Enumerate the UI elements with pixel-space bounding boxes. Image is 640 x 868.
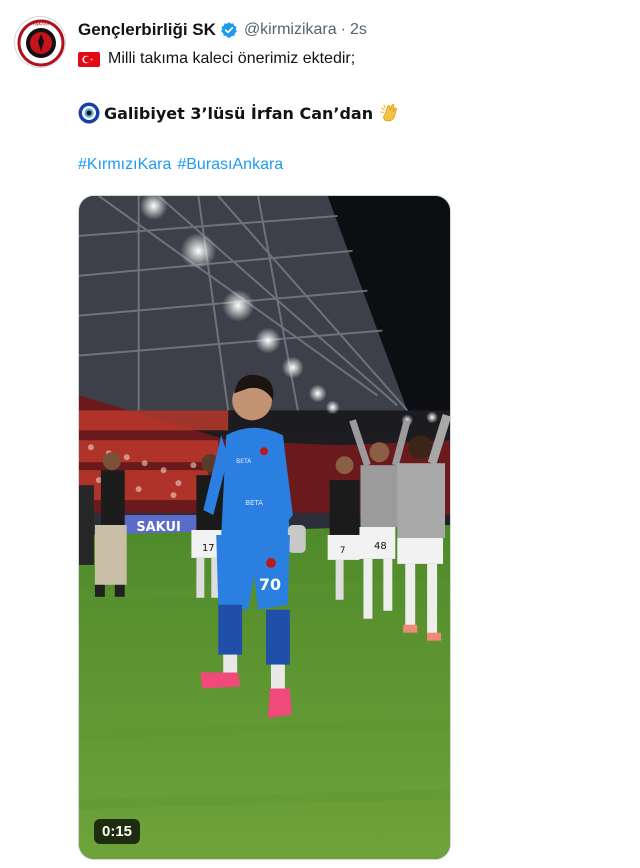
tweet-text-2: Galibiyet 3’lüsü İrfan Can’dan — [104, 103, 374, 123]
svg-text:17: 17 — [202, 543, 215, 554]
svg-text:ANKARA: ANKARA — [33, 22, 50, 27]
tweet-header: Gençlerbirliği SK @kirmizikara · 2s — [78, 20, 367, 40]
hashtag-link[interactable]: #KırmızıKara — [78, 156, 171, 174]
svg-text:BETA: BETA — [236, 458, 252, 465]
separator-dot: · — [340, 21, 346, 38]
tweet-hashtags: #KırmızıKara #BurasıAnkara — [78, 156, 283, 174]
svg-text:48: 48 — [374, 541, 387, 552]
video-duration-badge: 0:15 — [94, 819, 141, 844]
verified-badge-icon — [220, 21, 238, 39]
club-logo-icon: ANKARA — [16, 18, 65, 67]
clapping-hands-icon — [379, 102, 401, 124]
turkey-flag-icon — [78, 51, 100, 67]
author-name[interactable]: Gençlerbirliği SK — [78, 20, 216, 40]
svg-text:7: 7 — [340, 546, 346, 556]
jersey-number: 70 — [259, 575, 281, 594]
tweet[interactable]: ANKARA Gençlerbirliği SK @kirmizikara · … — [0, 0, 640, 868]
tweet-text-line-2: Galibiyet 3’lüsü İrfan Can’dan — [78, 102, 401, 124]
video-thumbnail[interactable]: SAKUI 17 7 48 70 BETA BETA 0:15 — [78, 195, 451, 860]
nazar-boncugu-icon — [78, 102, 100, 124]
hashtag-link[interactable]: #BurasıAnkara — [177, 156, 283, 174]
stadium-scene: SAKUI 17 7 48 70 BETA BETA — [79, 196, 450, 859]
svg-text:BETA: BETA — [245, 499, 263, 507]
author-handle[interactable]: @kirmizikara — [244, 21, 337, 39]
tweet-text-line-1: Milli takıma kaleci önerimiz ektedir; — [78, 50, 355, 68]
avatar[interactable]: ANKARA — [14, 16, 66, 68]
tweet-text-1: Milli takıma kaleci önerimiz ektedir; — [108, 50, 356, 67]
timestamp[interactable]: 2s — [350, 21, 367, 39]
